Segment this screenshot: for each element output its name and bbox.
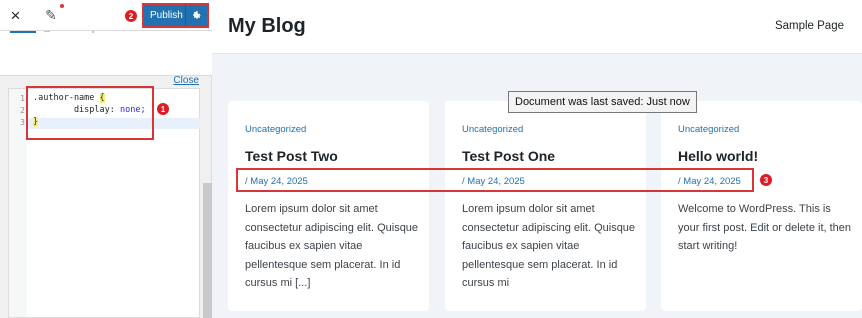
save-status-tooltip: Document was last saved: Just now — [508, 91, 697, 113]
post-title[interactable]: Test Post One — [462, 148, 555, 164]
post-excerpt: Lorem ipsum dolor sit amet consectetur a… — [245, 203, 419, 289]
line-number: 2 — [20, 106, 25, 115]
close-link[interactable]: Close — [173, 75, 199, 86]
pencil-icon: ✎ — [45, 7, 57, 23]
section-header: Close — [0, 31, 212, 86]
divider — [44, 31, 50, 32]
close-icon: × — [10, 5, 21, 25]
close-customizer-button[interactable]: × — [0, 0, 31, 31]
post-card: Uncategorized Test Post One / May 24, 20… — [445, 101, 646, 311]
date-highlight-box — [236, 168, 754, 192]
line-number: 3 — [20, 118, 25, 127]
post-card: Uncategorized Test Post Two / May 24, 20… — [228, 101, 429, 311]
site-header: My Blog Sample Page — [212, 0, 862, 54]
gear-icon — [193, 10, 201, 19]
step-marker-3: 3 — [760, 174, 772, 186]
step-marker-2: 2 — [125, 10, 137, 22]
panel-scrollbar[interactable] — [203, 183, 212, 318]
site-title[interactable]: My Blog — [228, 15, 306, 38]
post-category[interactable]: Uncategorized — [462, 124, 523, 135]
post-card: Uncategorized Hello world! / May 24, 202… — [661, 101, 862, 311]
line-number: 1 — [20, 94, 25, 103]
customizer-panel: × ✎ Publish Close 1 2 3 .author-name {d… — [0, 0, 212, 318]
screen: × ✎ Publish Close 1 2 3 .author-name {d… — [0, 0, 862, 318]
active-tab-indicator — [10, 31, 36, 33]
publish-settings-button[interactable] — [185, 5, 207, 26]
site-preview: My Blog Sample Page Uncategorized Test P… — [212, 0, 862, 318]
post-excerpt: Lorem ipsum dolor sit amet consectetur a… — [462, 203, 636, 289]
code-highlight-box — [26, 86, 154, 140]
publish-button-group: Publish — [142, 3, 209, 28]
notification-dot — [60, 4, 64, 8]
post-category[interactable]: Uncategorized — [678, 124, 739, 135]
customizer-topbar: × ✎ Publish — [0, 0, 212, 31]
post-title[interactable]: Hello world! — [678, 148, 758, 164]
post-excerpt: Welcome to WordPress. This is your first… — [678, 203, 852, 252]
nav-link-sample-page[interactable]: Sample Page — [775, 20, 844, 32]
step-marker-1: 1 — [157, 103, 169, 115]
post-title[interactable]: Test Post Two — [245, 148, 338, 164]
divider — [92, 31, 94, 33]
post-category[interactable]: Uncategorized — [245, 124, 306, 135]
publish-button[interactable]: Publish — [144, 10, 185, 21]
